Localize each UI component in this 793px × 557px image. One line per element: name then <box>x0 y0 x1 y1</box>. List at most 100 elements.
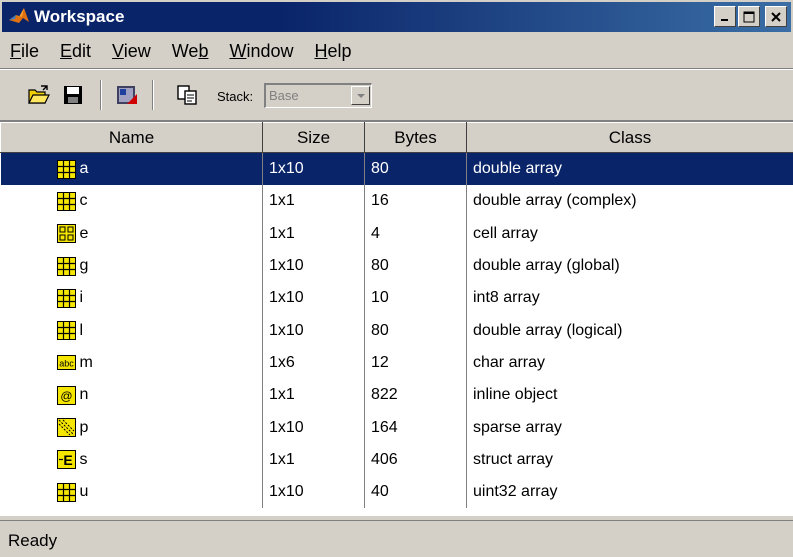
cell-name: E s <box>0 443 263 476</box>
variable-name: i <box>79 289 84 307</box>
variable-name: u <box>79 483 89 501</box>
toolbar: Stack: Base <box>0 72 793 118</box>
cell-class: double array (global) <box>466 249 793 283</box>
cell-class: double array <box>466 152 793 186</box>
window-title: Workspace <box>34 7 125 26</box>
cell-name: e <box>0 217 263 250</box>
cell-name: c <box>0 185 263 218</box>
cell-name: abc m <box>0 346 263 380</box>
column-header-bytes[interactable]: Bytes <box>364 122 467 153</box>
matrix-icon <box>56 256 76 276</box>
matrix-icon <box>56 191 76 211</box>
save-icon <box>64 86 82 104</box>
cell-name: g <box>0 249 263 283</box>
cell-size: 1x10 <box>262 411 365 444</box>
variable-name: m <box>79 353 93 371</box>
close-button[interactable] <box>765 6 787 27</box>
menu-divider <box>0 68 793 70</box>
variable-name: a <box>79 160 89 178</box>
copy-button[interactable] <box>173 80 203 110</box>
object-icon: @ <box>56 385 76 405</box>
table-row[interactable]: u 1x10 40 uint32 array <box>0 475 793 509</box>
chevron-down-icon <box>356 93 365 98</box>
minimize-button[interactable] <box>714 6 736 27</box>
cell-size: 1x1 <box>262 379 365 412</box>
status-text: Ready <box>8 531 58 550</box>
table-row[interactable]: @ n 1x1 822 inline object <box>0 379 793 412</box>
cell-size: 1x1 <box>262 443 365 476</box>
cell-class: struct array <box>466 443 793 476</box>
table-row[interactable]: g 1x10 80 double array (global) <box>0 249 793 283</box>
table-row[interactable]: c 1x1 16 double array (complex) <box>0 185 793 218</box>
toolbar-separator <box>100 80 102 110</box>
cell-size: 1x1 <box>262 217 365 250</box>
table-row[interactable]: l 1x10 80 double array (logical) <box>0 314 793 347</box>
menu-edit[interactable]: Edit <box>52 41 99 62</box>
cell-size: 1x10 <box>262 249 365 283</box>
svg-text:E: E <box>63 452 72 468</box>
variable-name: n <box>79 386 89 404</box>
toolbar-separator <box>152 80 154 110</box>
char-icon: abc <box>56 355 76 371</box>
struct-icon: E <box>56 450 76 470</box>
import-data-button[interactable] <box>112 80 142 110</box>
cell-size: 1x10 <box>262 475 365 509</box>
menu-file[interactable]: File <box>2 41 47 62</box>
variable-name: e <box>79 224 89 242</box>
open-button[interactable] <box>24 80 54 110</box>
cell-size: 1x1 <box>262 185 365 218</box>
cell-class: sparse array <box>466 411 793 444</box>
variable-name: c <box>79 192 88 210</box>
variables-table: Name Size Bytes Class a 1x10 80 double a… <box>0 120 793 516</box>
table-row[interactable]: a 1x10 80 double array <box>0 152 793 186</box>
svg-text:abc: abc <box>59 359 74 369</box>
maximize-button[interactable] <box>738 6 760 27</box>
save-button[interactable] <box>58 80 88 110</box>
column-header-name[interactable]: Name <box>0 122 263 153</box>
menu-window[interactable]: Window <box>221 41 301 62</box>
menu-view[interactable]: View <box>104 41 159 62</box>
table-row[interactable]: i 1x10 10 int8 array <box>0 282 793 315</box>
variable-name: l <box>79 321 84 339</box>
variable-name: s <box>79 450 88 468</box>
copy-icon <box>177 85 197 105</box>
column-header-size[interactable]: Size <box>262 122 365 153</box>
cell-bytes: 16 <box>364 185 467 218</box>
cell-name: u <box>0 475 263 509</box>
menu-web[interactable]: Web <box>164 41 217 62</box>
cell-name: @ n <box>0 379 263 412</box>
menu-bar: File Edit View Web Window Help <box>2 35 365 67</box>
sparse-icon <box>56 418 76 438</box>
table-row[interactable]: e 1x1 4 cell array <box>0 217 793 250</box>
table-row[interactable]: abc m 1x6 12 char array <box>0 346 793 380</box>
cell-bytes: 4 <box>364 217 467 250</box>
cell-bytes: 406 <box>364 443 467 476</box>
open-folder-icon <box>28 85 50 104</box>
matrix-icon <box>56 288 76 308</box>
workspace-window: Workspace File Edit View Web Window Help <box>0 0 793 557</box>
svg-text:@: @ <box>60 389 72 403</box>
column-header-class[interactable]: Class <box>466 122 793 153</box>
cell-bytes: 80 <box>364 249 467 283</box>
cell-bytes: 80 <box>364 152 467 186</box>
menu-help[interactable]: Help <box>306 41 359 62</box>
cell-name: a <box>0 152 263 186</box>
table-row[interactable]: p 1x10 164 sparse array <box>0 411 793 444</box>
cell-class: double array (complex) <box>466 185 793 218</box>
cell-bytes: 80 <box>364 314 467 347</box>
cell-name: i <box>0 282 263 315</box>
cell-bytes: 40 <box>364 475 467 509</box>
cell-bytes: 164 <box>364 411 467 444</box>
matrix-icon <box>56 321 76 341</box>
maximize-icon <box>743 11 755 22</box>
cell-bytes: 10 <box>364 282 467 315</box>
table-row[interactable]: E s 1x1 406 struct array <box>0 443 793 476</box>
import-data-icon <box>117 86 137 104</box>
title-bar[interactable]: Workspace <box>2 2 791 32</box>
stack-dropdown-button[interactable] <box>351 86 370 105</box>
cell-class: int8 array <box>466 282 793 315</box>
stack-dropdown[interactable]: Base <box>264 83 372 108</box>
cell-class: uint32 array <box>466 475 793 509</box>
cell-name: p <box>0 411 263 444</box>
close-icon <box>771 11 781 22</box>
